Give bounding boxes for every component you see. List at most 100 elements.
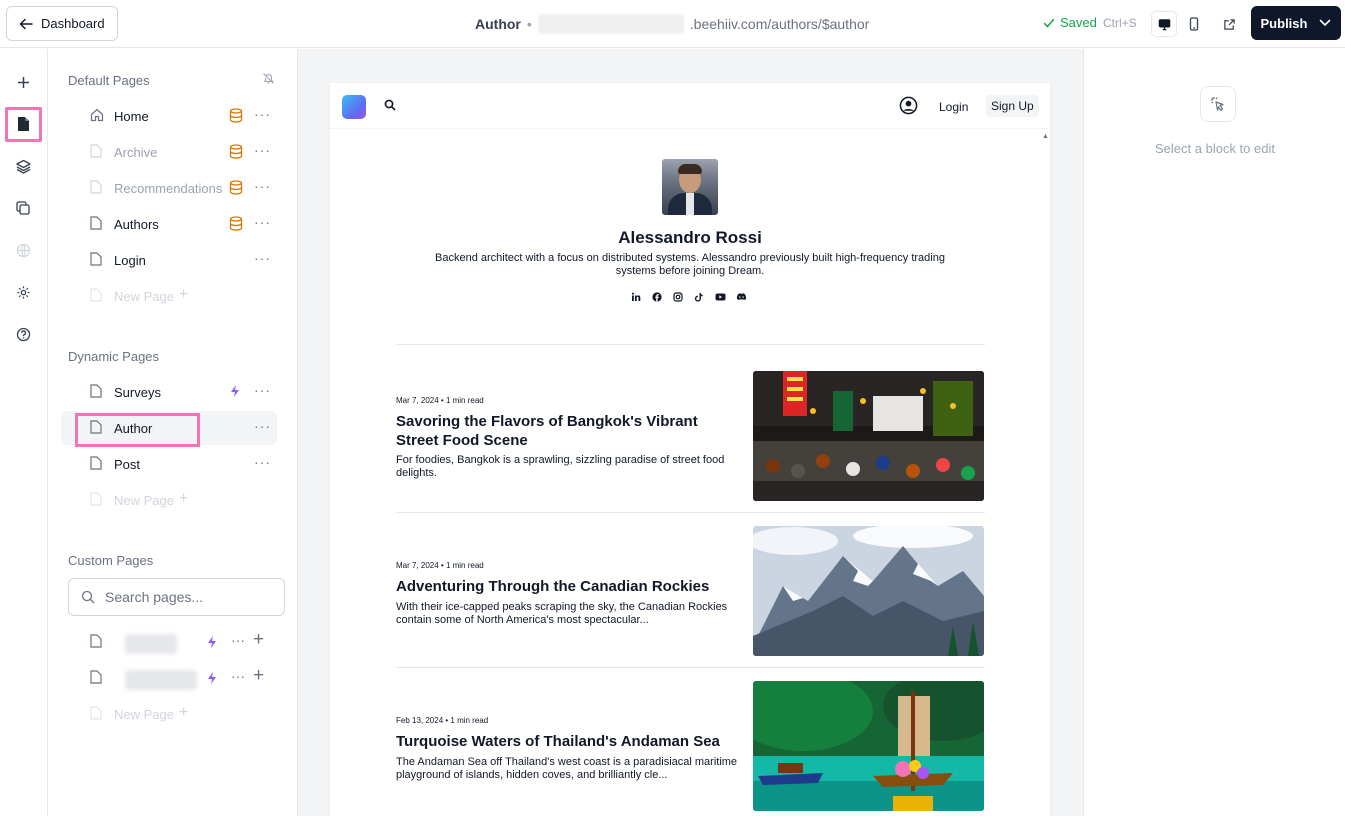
new-default-page-button[interactable]: New Page +	[61, 279, 277, 313]
post-divider	[396, 667, 985, 668]
site-logo[interactable]	[342, 95, 366, 119]
page-item-home[interactable]: Home ···	[61, 99, 277, 133]
more-options-icon[interactable]: ···	[231, 632, 245, 648]
search-placeholder: Search pages...	[105, 589, 204, 605]
page-preview[interactable]: Login Sign Up ▲ Alessandro Rossi Backend…	[330, 83, 1050, 816]
post-title[interactable]: Adventuring Through the Canadian Rockies	[396, 577, 736, 596]
new-dynamic-page-button[interactable]: New Page +	[61, 483, 277, 517]
scroll-up-arrow[interactable]: ▲	[1042, 133, 1049, 140]
post-title[interactable]: Savoring the Flavors of Bangkok's Vibran…	[396, 412, 736, 450]
post-thumbnail[interactable]	[753, 526, 984, 656]
publish-label: Publish	[1260, 15, 1308, 31]
linkedin-icon[interactable]	[630, 291, 642, 303]
add-subpage-icon[interactable]: +	[253, 629, 264, 651]
help-icon	[16, 327, 30, 341]
post-thumbnail[interactable]	[753, 371, 984, 501]
page-item-post[interactable]: Post ···	[61, 447, 277, 481]
post-excerpt: For foodies, Bangkok is a sprawling, siz…	[396, 454, 725, 479]
youtube-icon[interactable]	[714, 291, 726, 303]
author-avatar	[662, 159, 718, 215]
select-block-hint: Select a block to edit	[1155, 141, 1275, 156]
open-preview-button[interactable]	[1216, 11, 1242, 37]
post-excerpt: The Andaman Sea off Thailand's west coas…	[396, 756, 738, 781]
custom-page-item[interactable]: ··· +	[61, 661, 277, 695]
plus-icon: +	[179, 490, 189, 507]
page-label: Post	[114, 457, 141, 472]
page-label: Home	[114, 109, 149, 124]
page-item-surveys[interactable]: Surveys ···	[61, 375, 277, 409]
page-url: .beehiiv.com/authors/$author	[689, 16, 870, 32]
more-options-icon[interactable]: ···	[254, 454, 271, 470]
more-options-icon[interactable]: ···	[254, 106, 271, 122]
lightning-icon	[208, 636, 216, 648]
plus-icon: +	[179, 704, 189, 721]
file-icon	[90, 492, 102, 506]
database-icon	[229, 144, 243, 159]
user-avatar-icon[interactable]	[899, 96, 918, 115]
page-title: Author	[475, 16, 521, 32]
add-subpage-icon[interactable]: +	[253, 665, 264, 687]
add-button[interactable]	[12, 71, 34, 93]
custom-page-item[interactable]: ··· +	[61, 625, 277, 659]
layers-button[interactable]	[12, 155, 34, 177]
editor-canvas: Login Sign Up ▲ Alessandro Rossi Backend…	[298, 49, 1083, 816]
more-options-icon[interactable]: ···	[254, 250, 271, 266]
block-settings-panel: Select a block to edit	[1083, 49, 1345, 816]
database-icon	[229, 216, 243, 231]
publish-button[interactable]: Publish	[1251, 6, 1341, 40]
external-link-icon	[1223, 18, 1235, 30]
login-link[interactable]: Login	[939, 100, 968, 114]
back-to-dashboard-button[interactable]: Dashboard	[6, 6, 118, 41]
page-item-login[interactable]: Login ···	[61, 243, 277, 277]
desktop-view-button[interactable]	[1151, 11, 1177, 37]
more-options-icon[interactable]: ···	[254, 418, 271, 434]
new-custom-page-button[interactable]: New Page +	[61, 697, 277, 731]
more-options-icon[interactable]: ···	[254, 142, 271, 158]
chevron-down-icon	[1320, 19, 1331, 27]
saved-status: Saved	[1043, 15, 1097, 30]
social-links	[630, 291, 747, 303]
search-icon[interactable]	[384, 99, 396, 111]
dynamic-pages-heading: Dynamic Pages	[68, 349, 160, 364]
post-thumbnail[interactable]	[753, 681, 984, 811]
pages-button[interactable]	[12, 113, 34, 135]
discord-icon[interactable]	[735, 291, 747, 303]
more-options-icon[interactable]: ···	[231, 668, 245, 684]
file-icon	[17, 117, 29, 131]
settings-button[interactable]	[12, 281, 34, 303]
more-options-icon[interactable]: ···	[254, 178, 271, 194]
file-icon	[90, 180, 102, 194]
globe-button[interactable]	[12, 239, 34, 261]
instagram-icon[interactable]	[672, 291, 684, 303]
signup-button[interactable]: Sign Up	[986, 95, 1039, 117]
page-item-recommendations[interactable]: Recommendations ···	[61, 171, 277, 205]
page-label: Archive	[114, 145, 158, 160]
help-button[interactable]	[12, 323, 34, 345]
file-icon	[90, 706, 102, 720]
facebook-icon[interactable]	[651, 291, 663, 303]
search-pages-input[interactable]: Search pages...	[68, 578, 285, 616]
search-icon	[81, 590, 95, 604]
tiktok-icon[interactable]	[693, 291, 705, 303]
post-excerpt: With their ice-capped peaks scraping the…	[396, 601, 728, 626]
more-options-icon[interactable]: ···	[254, 214, 271, 230]
lightning-icon	[208, 672, 216, 684]
redacted-page-name	[125, 670, 197, 690]
copy-button[interactable]	[12, 197, 34, 219]
page-item-archive[interactable]: Archive ···	[61, 135, 277, 169]
bell-off-icon[interactable]	[262, 72, 275, 85]
copy-icon	[16, 201, 30, 215]
save-shortcut: Ctrl+S	[1103, 16, 1137, 30]
more-options-icon[interactable]: ···	[254, 382, 271, 398]
file-icon	[90, 216, 102, 230]
page-label: Surveys	[114, 385, 161, 400]
author-name: Alessandro Rossi	[618, 228, 762, 247]
database-icon	[229, 180, 243, 195]
post-title[interactable]: Turquoise Waters of Thailand's Andaman S…	[396, 732, 736, 751]
redacted-subdomain	[537, 14, 684, 34]
mobile-view-button[interactable]	[1181, 11, 1207, 37]
plus-icon	[17, 76, 29, 88]
page-item-authors[interactable]: Authors ···	[61, 207, 277, 241]
cursor-click-icon	[1200, 86, 1236, 122]
lightning-icon	[231, 385, 239, 397]
